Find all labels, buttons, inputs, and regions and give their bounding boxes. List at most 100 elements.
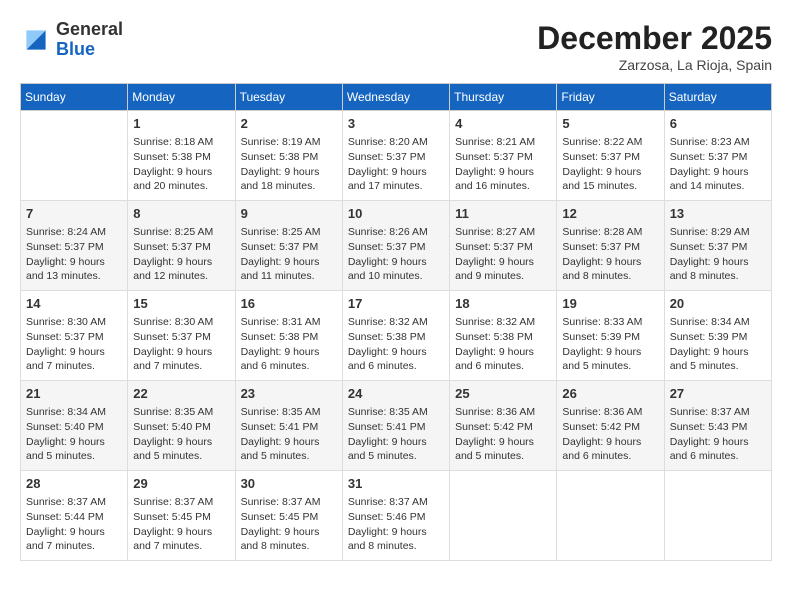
calendar-cell: 27 Sunrise: 8:37 AM Sunset: 5:43 PM Dayli… — [664, 381, 771, 471]
day-info: Sunrise: 8:37 AM Sunset: 5:45 PM Dayligh… — [133, 495, 229, 554]
calendar-cell: 20 Sunrise: 8:34 AM Sunset: 5:39 PM Dayli… — [664, 291, 771, 381]
day-info: Sunrise: 8:35 AM Sunset: 5:41 PM Dayligh… — [241, 405, 337, 464]
day-number: 9 — [241, 205, 337, 223]
day-info: Sunrise: 8:23 AM Sunset: 5:37 PM Dayligh… — [670, 135, 766, 194]
day-info: Sunrise: 8:25 AM Sunset: 5:37 PM Dayligh… — [241, 225, 337, 284]
calendar-cell: 5 Sunrise: 8:22 AM Sunset: 5:37 PM Daylig… — [557, 111, 664, 201]
title-block: December 2025 Zarzosa, La Rioja, Spain — [537, 20, 772, 73]
calendar-cell: 23 Sunrise: 8:35 AM Sunset: 5:41 PM Dayli… — [235, 381, 342, 471]
calendar-cell: 28Sunrise: 8:37 AM Sunset: 5:44 PM Dayli… — [21, 471, 128, 561]
calendar-cell: 2Sunrise: 8:19 AM Sunset: 5:38 PM Daylig… — [235, 111, 342, 201]
day-number: 12 — [562, 205, 658, 223]
header-tuesday: Tuesday — [235, 84, 342, 111]
calendar-week-row: 14 Sunrise: 8:30 AM Sunset: 5:37 PM Dayli… — [21, 291, 772, 381]
calendar-table: SundayMondayTuesdayWednesdayThursdayFrid… — [20, 83, 772, 561]
calendar-cell: 31 Sunrise: 8:37 AM Sunset: 5:46 PM Dayli… — [342, 471, 449, 561]
calendar-cell — [450, 471, 557, 561]
day-info: Sunrise: 8:30 AM Sunset: 5:37 PM Dayligh… — [133, 315, 229, 374]
calendar-cell: 21 Sunrise: 8:34 AM Sunset: 5:40 PM Dayli… — [21, 381, 128, 471]
day-number: 26 — [562, 385, 658, 403]
day-number: 13 — [670, 205, 766, 223]
calendar-cell: 13 Sunrise: 8:29 AM Sunset: 5:37 PM Dayli… — [664, 201, 771, 291]
calendar-cell: 15 Sunrise: 8:30 AM Sunset: 5:37 PM Dayli… — [128, 291, 235, 381]
header-saturday: Saturday — [664, 84, 771, 111]
day-info: Sunrise: 8:32 AM Sunset: 5:38 PM Dayligh… — [455, 315, 551, 374]
day-number: 2 — [241, 115, 337, 133]
day-info: Sunrise: 8:25 AM Sunset: 5:37 PM Dayligh… — [133, 225, 229, 284]
day-number: 23 — [241, 385, 337, 403]
day-info: Sunrise: 8:27 AM Sunset: 5:37 PM Dayligh… — [455, 225, 551, 284]
location: Zarzosa, La Rioja, Spain — [537, 57, 772, 73]
calendar-cell: 10Sunrise: 8:26 AM Sunset: 5:37 PM Dayli… — [342, 201, 449, 291]
day-number: 22 — [133, 385, 229, 403]
day-number: 15 — [133, 295, 229, 313]
day-number: 6 — [670, 115, 766, 133]
page-header: General Blue December 2025 Zarzosa, La R… — [20, 20, 772, 73]
calendar-cell: 14 Sunrise: 8:30 AM Sunset: 5:37 PM Dayli… — [21, 291, 128, 381]
day-info: Sunrise: 8:20 AM Sunset: 5:37 PM Dayligh… — [348, 135, 444, 194]
day-info: Sunrise: 8:37 AM Sunset: 5:43 PM Dayligh… — [670, 405, 766, 464]
calendar-cell: 22 Sunrise: 8:35 AM Sunset: 5:40 PM Dayli… — [128, 381, 235, 471]
header-monday: Monday — [128, 84, 235, 111]
calendar-cell: 24Sunrise: 8:35 AM Sunset: 5:41 PM Dayli… — [342, 381, 449, 471]
calendar-header-row: SundayMondayTuesdayWednesdayThursdayFrid… — [21, 84, 772, 111]
calendar-cell: 7 Sunrise: 8:24 AM Sunset: 5:37 PM Daylig… — [21, 201, 128, 291]
day-number: 25 — [455, 385, 551, 403]
header-sunday: Sunday — [21, 84, 128, 111]
day-info: Sunrise: 8:30 AM Sunset: 5:37 PM Dayligh… — [26, 315, 122, 374]
day-number: 5 — [562, 115, 658, 133]
calendar-week-row: 21 Sunrise: 8:34 AM Sunset: 5:40 PM Dayli… — [21, 381, 772, 471]
calendar-cell: 3 Sunrise: 8:20 AM Sunset: 5:37 PM Daylig… — [342, 111, 449, 201]
day-info: Sunrise: 8:36 AM Sunset: 5:42 PM Dayligh… — [562, 405, 658, 464]
calendar-week-row: 28Sunrise: 8:37 AM Sunset: 5:44 PM Dayli… — [21, 471, 772, 561]
day-number: 14 — [26, 295, 122, 313]
day-number: 21 — [26, 385, 122, 403]
calendar-cell: 8 Sunrise: 8:25 AM Sunset: 5:37 PM Daylig… — [128, 201, 235, 291]
calendar-cell: 4 Sunrise: 8:21 AM Sunset: 5:37 PM Daylig… — [450, 111, 557, 201]
day-number: 1 — [133, 115, 229, 133]
calendar-cell: 12 Sunrise: 8:28 AM Sunset: 5:37 PM Dayli… — [557, 201, 664, 291]
day-info: Sunrise: 8:22 AM Sunset: 5:37 PM Dayligh… — [562, 135, 658, 194]
day-number: 16 — [241, 295, 337, 313]
calendar-cell: 30 Sunrise: 8:37 AM Sunset: 5:45 PM Dayli… — [235, 471, 342, 561]
day-info: Sunrise: 8:37 AM Sunset: 5:45 PM Dayligh… — [241, 495, 337, 554]
calendar-cell: 29 Sunrise: 8:37 AM Sunset: 5:45 PM Dayli… — [128, 471, 235, 561]
day-number: 27 — [670, 385, 766, 403]
calendar-cell: 26 Sunrise: 8:36 AM Sunset: 5:42 PM Dayli… — [557, 381, 664, 471]
day-info: Sunrise: 8:24 AM Sunset: 5:37 PM Dayligh… — [26, 225, 122, 284]
logo-icon — [20, 24, 52, 56]
day-info: Sunrise: 8:35 AM Sunset: 5:41 PM Dayligh… — [348, 405, 444, 464]
day-number: 7 — [26, 205, 122, 223]
calendar-week-row: 7 Sunrise: 8:24 AM Sunset: 5:37 PM Daylig… — [21, 201, 772, 291]
day-info: Sunrise: 8:32 AM Sunset: 5:38 PM Dayligh… — [348, 315, 444, 374]
day-number: 3 — [348, 115, 444, 133]
day-info: Sunrise: 8:34 AM Sunset: 5:39 PM Dayligh… — [670, 315, 766, 374]
day-number: 18 — [455, 295, 551, 313]
day-number: 20 — [670, 295, 766, 313]
day-info: Sunrise: 8:21 AM Sunset: 5:37 PM Dayligh… — [455, 135, 551, 194]
header-thursday: Thursday — [450, 84, 557, 111]
day-number: 4 — [455, 115, 551, 133]
day-info: Sunrise: 8:37 AM Sunset: 5:46 PM Dayligh… — [348, 495, 444, 554]
day-number: 8 — [133, 205, 229, 223]
day-info: Sunrise: 8:33 AM Sunset: 5:39 PM Dayligh… — [562, 315, 658, 374]
day-number: 30 — [241, 475, 337, 493]
calendar-cell: 19Sunrise: 8:33 AM Sunset: 5:39 PM Dayli… — [557, 291, 664, 381]
day-number: 31 — [348, 475, 444, 493]
day-info: Sunrise: 8:35 AM Sunset: 5:40 PM Dayligh… — [133, 405, 229, 464]
day-number: 29 — [133, 475, 229, 493]
calendar-cell — [21, 111, 128, 201]
calendar-cell — [664, 471, 771, 561]
day-info: Sunrise: 8:37 AM Sunset: 5:44 PM Dayligh… — [26, 495, 122, 554]
month-title: December 2025 — [537, 20, 772, 57]
logo-blue: Blue — [56, 40, 123, 60]
header-wednesday: Wednesday — [342, 84, 449, 111]
day-number: 10 — [348, 205, 444, 223]
day-number: 17 — [348, 295, 444, 313]
day-info: Sunrise: 8:29 AM Sunset: 5:37 PM Dayligh… — [670, 225, 766, 284]
day-info: Sunrise: 8:28 AM Sunset: 5:37 PM Dayligh… — [562, 225, 658, 284]
calendar-cell: 16Sunrise: 8:31 AM Sunset: 5:38 PM Dayli… — [235, 291, 342, 381]
calendar-week-row: 1Sunrise: 8:18 AM Sunset: 5:38 PM Daylig… — [21, 111, 772, 201]
logo-text: General Blue — [56, 20, 123, 60]
day-info: Sunrise: 8:34 AM Sunset: 5:40 PM Dayligh… — [26, 405, 122, 464]
